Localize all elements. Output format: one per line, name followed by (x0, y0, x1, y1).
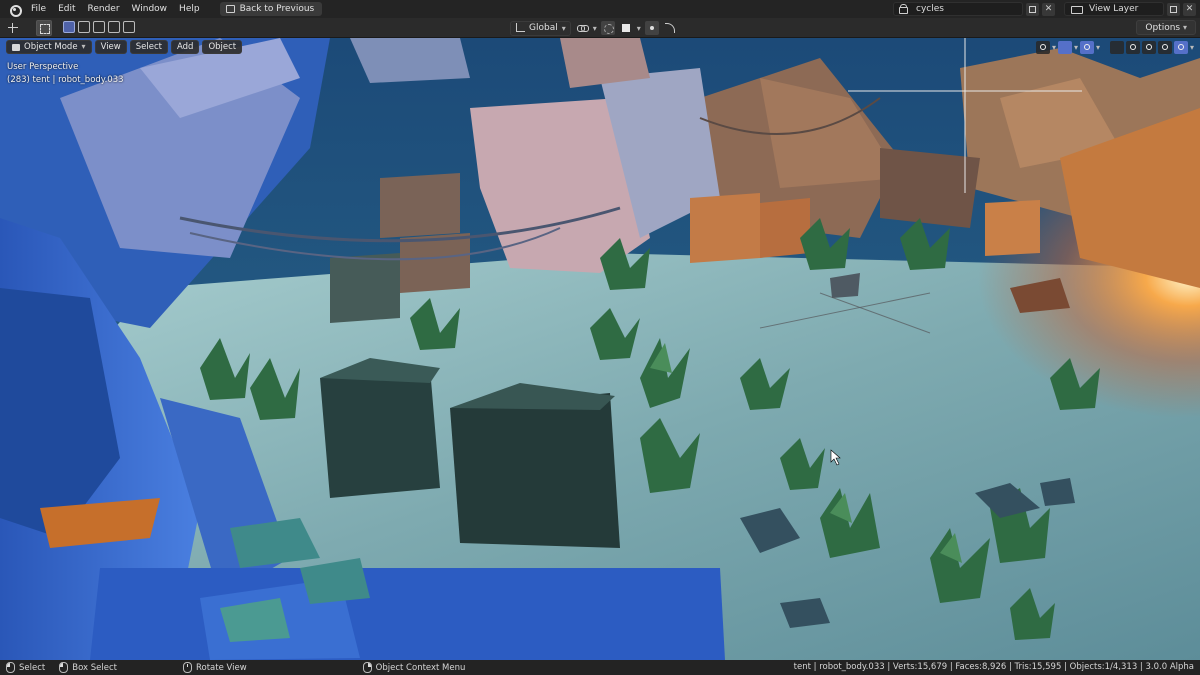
new-view-layer-icon[interactable] (1167, 2, 1180, 16)
wireframe-shading-icon[interactable] (1125, 40, 1140, 54)
status-bar: Select Box Select Rotate View Object Con… (0, 660, 1200, 675)
rendered-shading-icon[interactable] (1173, 40, 1188, 54)
transform-tools: Global ▾ ▾ ▾ (510, 20, 677, 36)
object-mode-icon (12, 43, 20, 51)
menu-window[interactable]: Window (126, 0, 174, 18)
status-box-select-label: Box Select (72, 662, 117, 673)
window-icon (225, 5, 235, 13)
menu-edit[interactable]: Edit (52, 0, 81, 18)
menu-render[interactable]: Render (82, 0, 126, 18)
back-to-previous-label: Back to Previous (239, 4, 315, 14)
scene-icon (898, 4, 910, 14)
chevron-down-icon[interactable]: ▾ (1096, 43, 1100, 52)
delete-view-layer-icon[interactable]: ✕ (1183, 2, 1196, 16)
rendered-scene (0, 38, 1200, 660)
menu-add[interactable]: Add (170, 40, 200, 54)
mouse-drag-icon (59, 662, 69, 673)
view-layer-selector[interactable]: View Layer (1064, 2, 1164, 16)
pivot-point-icon[interactable] (575, 21, 589, 35)
selection-mode-icons (63, 21, 135, 33)
scene-name: cycles (916, 4, 944, 14)
chevron-down-icon: ▾ (81, 42, 86, 51)
chevron-down-icon[interactable]: ▾ (1074, 43, 1078, 52)
status-context-menu: Object Context Menu (362, 662, 466, 673)
options-dropdown[interactable]: Options ▾ (1136, 20, 1196, 35)
perspective-label: User Perspective (7, 62, 79, 72)
falloff-curve-icon[interactable] (663, 21, 677, 35)
scene-statistics: tent | robot_body.033 | Verts:15,679 | F… (793, 662, 1194, 672)
orientation-dropdown[interactable]: Global ▾ (510, 20, 571, 36)
menu-object[interactable]: Object (202, 40, 243, 54)
chevron-down-icon[interactable]: ▾ (1190, 43, 1194, 52)
object-mode-label: Object Mode (24, 42, 78, 52)
viewport-menu-bar: Object Mode ▾ View Select Add Object (6, 40, 243, 54)
snap-icon[interactable] (600, 21, 615, 35)
status-select: Select (6, 662, 45, 673)
select-invert-icon[interactable] (108, 21, 120, 33)
delete-scene-icon[interactable]: ✕ (1042, 2, 1055, 16)
select-new-icon[interactable] (63, 21, 75, 33)
menu-view[interactable]: View (94, 40, 127, 54)
status-rotate-view-label: Rotate View (195, 662, 247, 673)
viewport-header: Global ▾ ▾ ▾ Options ▾ (0, 18, 1200, 38)
chevron-down-icon: ▾ (561, 23, 566, 33)
chevron-down-icon[interactable]: ▾ (593, 24, 597, 33)
menu-file[interactable]: File (25, 0, 52, 18)
select-extend-icon[interactable] (78, 21, 90, 33)
viewport-shading-tools: ▾ ▾ ▾ ▾ (1035, 40, 1194, 54)
status-rotate-view: Rotate View (182, 662, 247, 673)
3d-viewport[interactable]: Object Mode ▾ View Select Add Object Use… (0, 38, 1200, 660)
mouse-right-icon (362, 662, 372, 673)
status-context-menu-label: Object Context Menu (375, 662, 466, 673)
visibility-icon[interactable] (1035, 40, 1050, 54)
orientation-label: Global (529, 23, 558, 33)
menu-select[interactable]: Select (129, 40, 168, 54)
select-box-tool-icon[interactable] (36, 20, 52, 36)
top-menu-bar: File Edit Render Window Help Back to Pre… (0, 0, 1200, 18)
snap-target-icon[interactable] (619, 21, 633, 35)
options-label: Options (1145, 23, 1181, 33)
object-info-label: (283) tent | robot_body.033 (7, 75, 124, 85)
proportional-editing-icon[interactable] (644, 21, 659, 35)
mouse-left-icon (6, 662, 15, 673)
gizmo-toggle-icon[interactable] (1057, 40, 1072, 54)
material-shading-icon[interactable] (1157, 40, 1172, 54)
back-to-previous-button[interactable]: Back to Previous (219, 2, 323, 16)
view-layer-name: View Layer (1089, 4, 1139, 14)
status-select-label: Select (19, 662, 46, 673)
select-subtract-icon[interactable] (93, 21, 105, 33)
status-box-select: Box Select (59, 662, 117, 673)
new-scene-icon[interactable] (1026, 2, 1039, 16)
transform-pivot-icon[interactable] (6, 21, 28, 35)
select-intersect-icon[interactable] (123, 21, 135, 33)
blender-logo-icon[interactable] (7, 2, 22, 17)
chevron-down-icon[interactable]: ▾ (637, 24, 641, 33)
chevron-down-icon: ▾ (1182, 23, 1187, 32)
chevron-down-icon[interactable]: ▾ (1052, 43, 1056, 52)
top-right-controls: cycles ✕ View Layer ✕ (893, 0, 1200, 18)
menu-help[interactable]: Help (173, 0, 206, 18)
object-mode-dropdown[interactable]: Object Mode ▾ (6, 40, 92, 54)
mouse-middle-icon (182, 662, 192, 673)
xray-toggle-icon[interactable] (1109, 40, 1124, 54)
scene-selector[interactable]: cycles (893, 2, 1023, 16)
overlays-toggle-icon[interactable] (1079, 40, 1094, 54)
axis-icon (515, 23, 525, 33)
solid-shading-icon[interactable] (1141, 40, 1156, 54)
